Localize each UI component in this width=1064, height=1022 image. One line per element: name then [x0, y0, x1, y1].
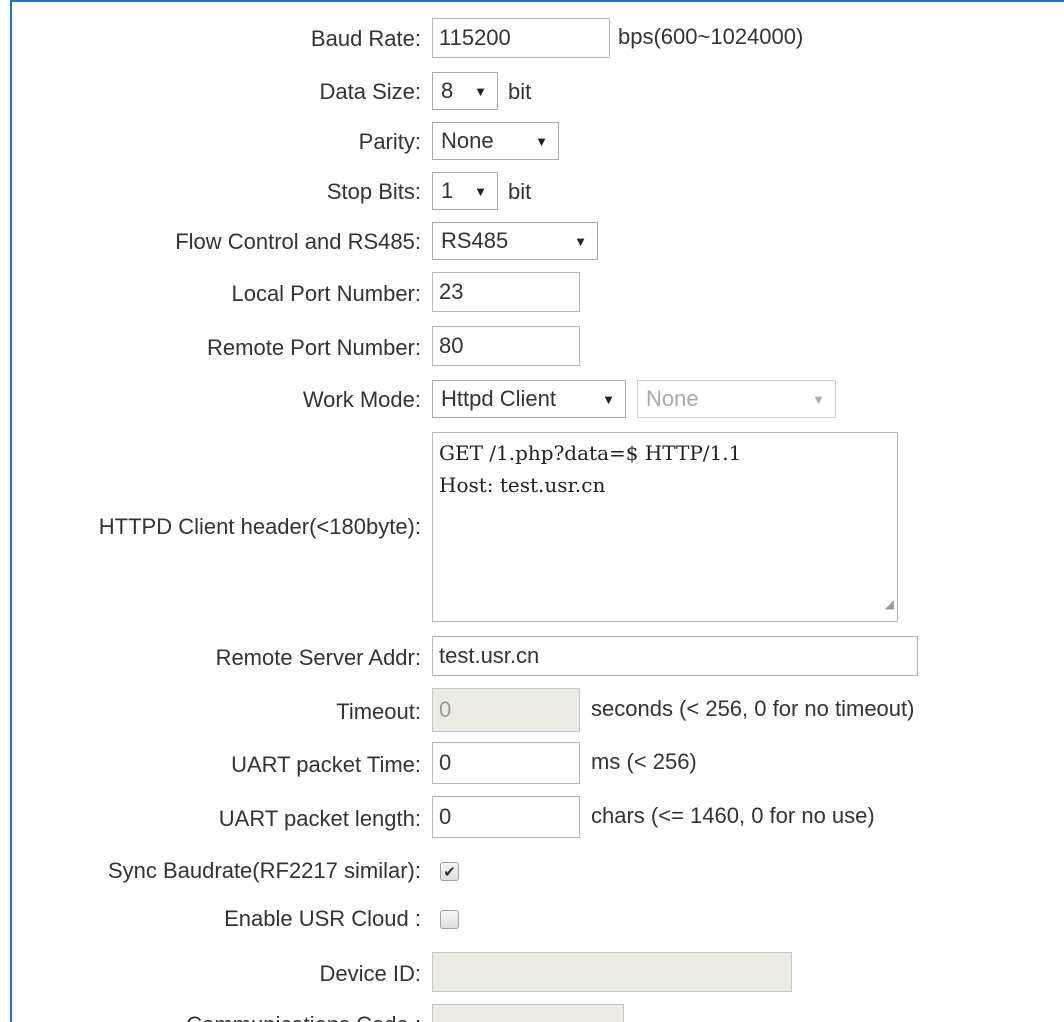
uart-length-hint: chars (<= 1460, 0 for no use): [591, 803, 875, 828]
flow-control-label: Flow Control and RS485:: [175, 229, 421, 254]
work-mode-select[interactable]: Httpd Client ▼: [432, 380, 626, 418]
flow-control-select[interactable]: RS485 ▼: [432, 222, 598, 260]
uart-length-input[interactable]: [432, 796, 580, 838]
parity-label: Parity:: [358, 129, 421, 154]
local-port-label: Local Port Number:: [231, 281, 421, 306]
row-flow-control: Flow Control and RS485: RS485 ▼: [0, 222, 1064, 262]
data-size-unit: bit: [508, 79, 532, 104]
uart-time-label: UART packet Time:: [231, 752, 421, 777]
uart-time-input[interactable]: [432, 742, 580, 784]
row-httpd-header: HTTPD Client header(<180byte): GET /1.ph…: [0, 432, 1064, 624]
parity-select[interactable]: None ▼: [432, 122, 559, 160]
row-sync-baud: Sync Baudrate(RF2217 similar): ✔: [0, 856, 1064, 890]
work-mode-secondary-select[interactable]: None ▼: [637, 380, 836, 418]
comm-code-input[interactable]: [432, 1004, 624, 1022]
chevron-down-icon: ▼: [812, 391, 825, 407]
sync-baud-label: Sync Baudrate(RF2217 similar):: [107, 858, 421, 883]
row-device-id: Device ID:: [0, 952, 1064, 994]
usr-cloud-label: Enable USR Cloud :: [224, 906, 421, 931]
httpd-header-textarea[interactable]: GET /1.php?data=$ HTTP/1.1 Host: test.us…: [432, 432, 898, 622]
checkmark-icon: ✔: [443, 863, 456, 881]
uart-time-hint: ms (< 256): [591, 749, 697, 774]
frame-top-border: [10, 0, 1064, 2]
row-uart-time: UART packet Time: ms (< 256): [0, 742, 1064, 786]
flow-control-value: RS485: [441, 228, 509, 253]
timeout-input[interactable]: [432, 688, 580, 732]
baud-rate-input[interactable]: [432, 18, 610, 58]
device-id-input[interactable]: [432, 952, 792, 992]
chevron-down-icon: ▼: [574, 233, 587, 249]
usr-cloud-checkbox[interactable]: [440, 910, 459, 929]
httpd-header-line-1: GET /1.php?data=$ HTTP/1.1: [439, 441, 742, 465]
stop-bits-value: 1: [441, 178, 454, 203]
chevron-down-icon: ▼: [474, 83, 487, 99]
work-mode-label: Work Mode:: [302, 387, 421, 412]
work-mode-value: Httpd Client: [441, 386, 556, 411]
row-data-size: Data Size: 8 ▼ bit: [0, 72, 1064, 112]
local-port-input[interactable]: [432, 272, 580, 312]
httpd-header-line-2: Host: test.usr.cn: [439, 473, 606, 497]
row-baud-rate: Baud Rate: bps(600~1024000): [0, 18, 1064, 62]
row-uart-length: UART packet length: chars (<= 1460, 0 fo…: [0, 796, 1064, 840]
resize-grip-icon[interactable]: ◢: [885, 588, 894, 620]
timeout-label: Timeout:: [336, 699, 421, 724]
parity-value: None: [441, 128, 494, 153]
timeout-hint: seconds (< 256, 0 for no timeout): [591, 696, 915, 721]
row-local-port: Local Port Number:: [0, 272, 1064, 314]
uart-length-label: UART packet length:: [218, 806, 421, 831]
work-mode-secondary-value: None: [646, 386, 699, 411]
chevron-down-icon: ▼: [535, 133, 548, 149]
row-remote-port: Remote Port Number:: [0, 326, 1064, 368]
data-size-value: 8: [441, 78, 454, 103]
row-usr-cloud: Enable USR Cloud :: [0, 904, 1064, 938]
comm-code-label: Communications Code :: [186, 1012, 421, 1022]
remote-port-input[interactable]: [432, 326, 580, 366]
stop-bits-unit: bit: [508, 179, 532, 204]
row-comm-code: Communications Code :: [0, 1004, 1064, 1022]
httpd-header-label: HTTPD Client header(<180byte):: [98, 514, 421, 539]
remote-server-label: Remote Server Addr:: [215, 645, 421, 670]
row-work-mode: Work Mode: Httpd Client ▼ None ▼: [0, 380, 1064, 420]
chevron-down-icon: ▼: [602, 391, 615, 407]
data-size-label: Data Size:: [319, 79, 422, 104]
device-id-label: Device ID:: [319, 961, 421, 986]
remote-port-label: Remote Port Number:: [207, 335, 421, 360]
baud-rate-hint: bps(600~1024000): [618, 24, 804, 49]
row-remote-server: Remote Server Addr:: [0, 636, 1064, 678]
baud-rate-label: Baud Rate:: [310, 26, 421, 51]
chevron-down-icon: ▼: [474, 183, 487, 199]
sync-baud-checkbox[interactable]: ✔: [440, 862, 459, 881]
row-parity: Parity: None ▼: [0, 122, 1064, 162]
remote-server-input[interactable]: [432, 636, 918, 676]
data-size-select[interactable]: 8 ▼: [432, 72, 498, 110]
row-timeout: Timeout: seconds (< 256, 0 for no timeou…: [0, 688, 1064, 734]
stop-bits-select[interactable]: 1 ▼: [432, 172, 498, 210]
row-stop-bits: Stop Bits: 1 ▼ bit: [0, 172, 1064, 212]
stop-bits-label: Stop Bits:: [326, 179, 421, 204]
